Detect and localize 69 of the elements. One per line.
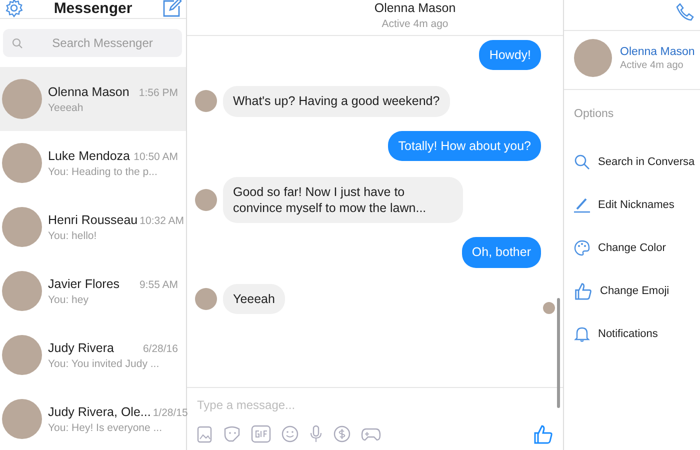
search-icon <box>12 38 23 49</box>
contact-name: Henri Rousseau <box>48 212 138 226</box>
option-item[interactable]: Change Color <box>564 226 700 269</box>
emoji-icon[interactable] <box>281 425 299 443</box>
avatar <box>2 399 42 439</box>
conversation-item[interactable]: Judy Rivera 6/28/16 You: You invited Judy ... <box>0 323 186 387</box>
message-time: 1/28/15 <box>152 406 188 418</box>
conversation-item[interactable]: Olenna Mason 1:56 PM Yeeeah <box>0 67 186 131</box>
image-icon[interactable] <box>197 425 213 443</box>
option-item[interactable]: Search in Conversa <box>564 140 700 183</box>
phone-icon[interactable] <box>676 3 694 21</box>
avatar <box>195 288 217 310</box>
options-heading: Options <box>574 108 615 120</box>
option-item[interactable]: Change Emoji <box>564 269 700 312</box>
active-status: Active 4m ago <box>380 18 448 30</box>
sent-message: Howdy! <box>479 40 541 70</box>
message-preview: You: Hey! Is everyone ... <box>48 422 164 434</box>
avatar <box>195 90 217 112</box>
message-time: 10:50 AM <box>134 150 178 162</box>
thumbs-up-icon <box>574 282 592 300</box>
received-message: What's up? Having a good weekend? <box>223 86 450 116</box>
contact-name: Javier Flores <box>48 276 120 290</box>
message-preview: Yeeeah <box>48 102 84 114</box>
pencil-icon <box>574 196 590 212</box>
gif-icon[interactable] <box>251 425 271 443</box>
avatar <box>2 271 42 311</box>
palette-icon <box>574 240 590 256</box>
message-time: 10:32 AM <box>140 214 184 226</box>
app-title: Messenger <box>54 0 132 16</box>
message-time: 9:55 AM <box>139 278 178 290</box>
contact-name: Judy Rivera, Ole... <box>48 404 151 418</box>
sticker-icon[interactable] <box>223 425 241 443</box>
received-message: Yeeeah <box>223 284 285 314</box>
message-preview: You: Heading to the p... <box>48 166 158 178</box>
message-preview: You: You invited Judy ... <box>48 358 160 370</box>
conversation-item[interactable]: Javier Flores 9:55 AM You: hey <box>0 259 186 323</box>
conversation-item[interactable]: Henri Rousseau 10:32 AM You: hello! <box>0 195 186 259</box>
gamepad-icon[interactable] <box>361 426 381 442</box>
avatar <box>2 335 42 375</box>
option-item[interactable]: Edit Nicknames <box>564 183 700 226</box>
microphone-icon[interactable] <box>309 425 323 443</box>
avatar <box>2 143 42 183</box>
message-preview: You: hey <box>48 294 90 306</box>
conversation-item[interactable]: Judy Rivera, Ole... 1/28/15 You: Hey! Is everyone ... <box>0 387 186 450</box>
compose-icon[interactable] <box>162 0 182 18</box>
sent-message: Oh, bother <box>462 237 541 268</box>
contact-name: Luke Mendoza <box>48 148 130 162</box>
sent-message: Totally! How about you? <box>388 130 541 161</box>
option-item[interactable]: Notifications <box>564 312 700 355</box>
bell-icon <box>574 326 590 342</box>
message-time: 6/28/16 <box>142 342 178 354</box>
search-icon <box>574 154 590 170</box>
search-field[interactable]: Search Messenger <box>3 29 182 57</box>
thumbs-up-icon[interactable] <box>533 424 553 444</box>
contact-name: Olenna Mason <box>48 84 130 98</box>
conversation-item[interactable]: Luke Mendoza 10:50 AM You: Heading to the p... <box>0 131 186 195</box>
profile-name: Olenna Mason <box>620 46 695 58</box>
settings-icon[interactable] <box>4 0 24 18</box>
avatar <box>2 79 42 119</box>
chat-contact-name: Olenna Mason <box>373 1 456 15</box>
avatar <box>195 189 217 211</box>
message-preview: You: hello! <box>48 230 98 242</box>
received-message: Good so far! Now I just have to convince myself to mow the lawn... <box>223 176 463 224</box>
contact-name: Judy Rivera <box>48 340 114 354</box>
avatar <box>574 39 612 77</box>
dollar-icon[interactable] <box>333 425 351 443</box>
active-status: Active 4m ago <box>620 60 684 70</box>
avatar <box>2 207 42 247</box>
message-time: 1:56 PM <box>138 86 178 98</box>
